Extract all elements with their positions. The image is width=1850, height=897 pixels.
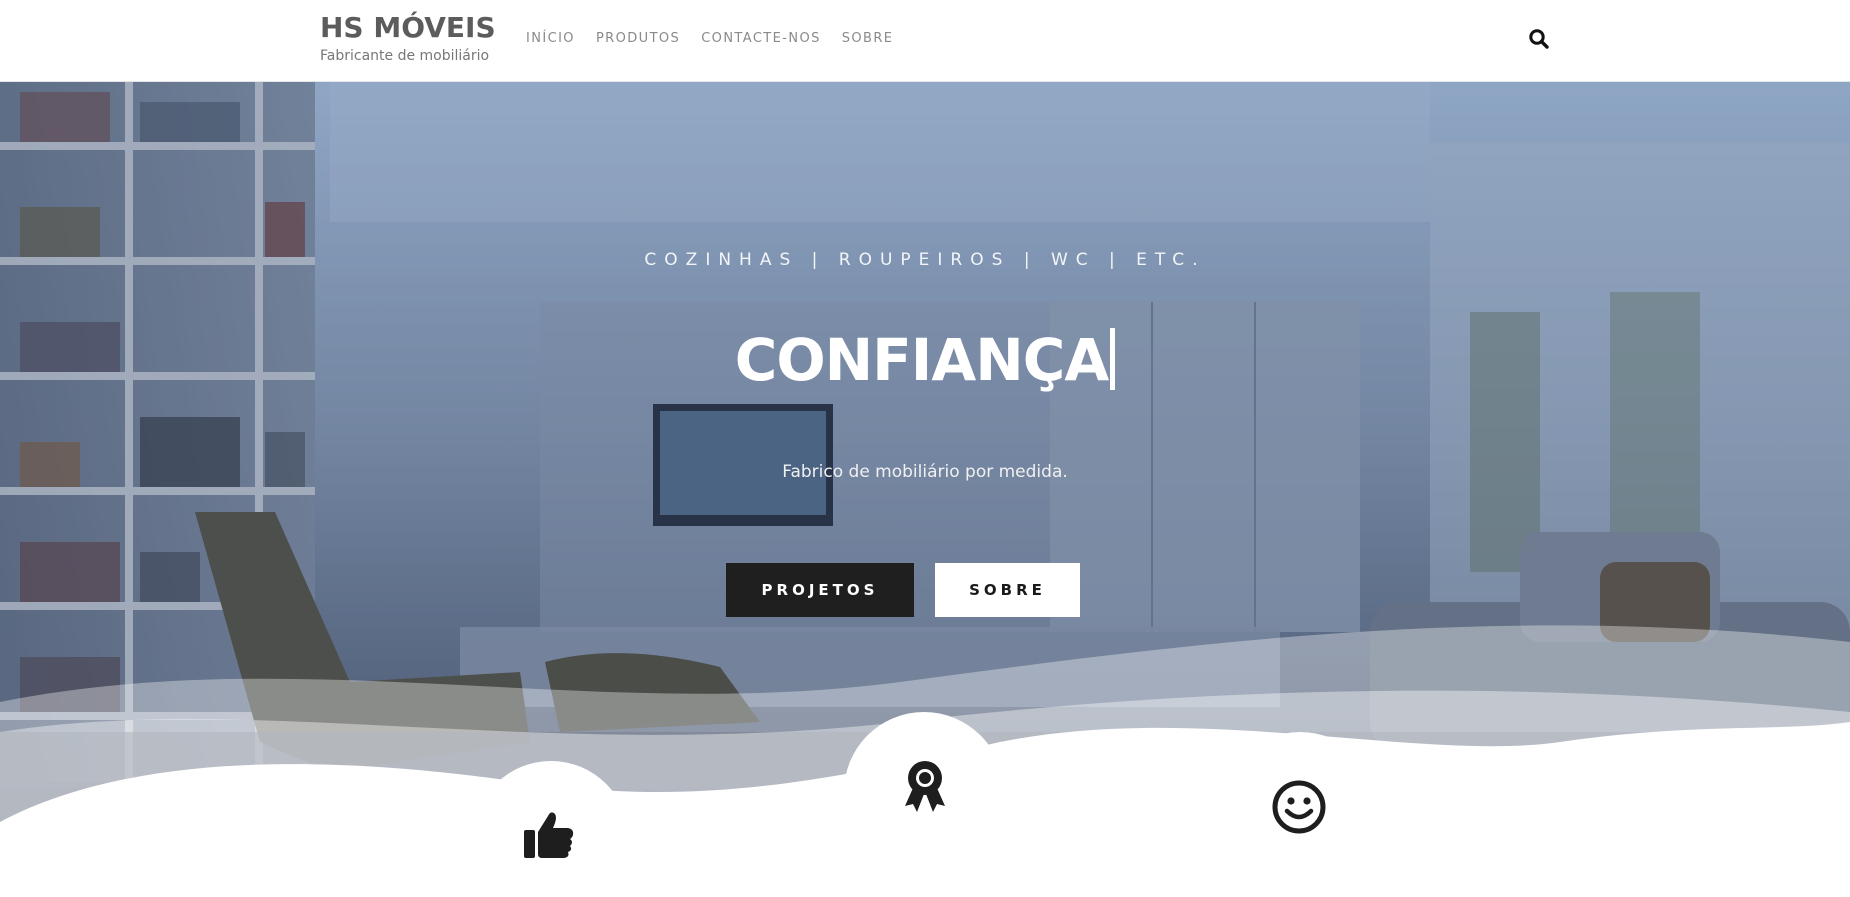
projetos-button[interactable]: PROJETOS xyxy=(726,563,914,617)
hero-subtitle: COZINHAS | ROUPEIROS | WC | ETC. xyxy=(644,250,1206,270)
hero-title-text: CONFIANÇA xyxy=(734,326,1109,394)
brand-logo[interactable]: HS MÓVEIS Fabricante de mobiliário xyxy=(320,12,496,65)
thumbs-up-icon xyxy=(524,812,574,858)
brand-subtitle: Fabricante de mobiliário xyxy=(320,48,490,64)
site-header: HS MÓVEIS Fabricante de mobiliário INÍCI… xyxy=(0,0,1850,82)
nav-item-contacte-nos[interactable]: CONTACTE-NOS xyxy=(701,31,821,46)
hero-description: Fabrico de mobiliário por medida. xyxy=(782,462,1068,482)
nav-item-produtos[interactable]: PRODUTOS xyxy=(596,31,680,46)
sobre-button[interactable]: SOBRE xyxy=(935,563,1080,617)
typing-caret xyxy=(1110,328,1116,390)
nav-item-inicio[interactable]: INÍCIO xyxy=(526,31,575,46)
search-icon[interactable] xyxy=(1528,28,1550,50)
hero-section: COZINHAS | ROUPEIROS | WC | ETC. CONFIAN… xyxy=(0,82,1850,897)
main-nav: INÍCIO PRODUTOS CONTACTE-NOS SOBRE xyxy=(526,31,893,46)
award-ribbon-icon xyxy=(905,761,945,812)
smile-icon xyxy=(1272,780,1326,834)
nav-item-sobre[interactable]: SOBRE xyxy=(842,31,894,46)
hero-title: CONFIANÇA xyxy=(0,326,1850,394)
brand-title[interactable]: HS MÓVEIS xyxy=(320,12,496,44)
